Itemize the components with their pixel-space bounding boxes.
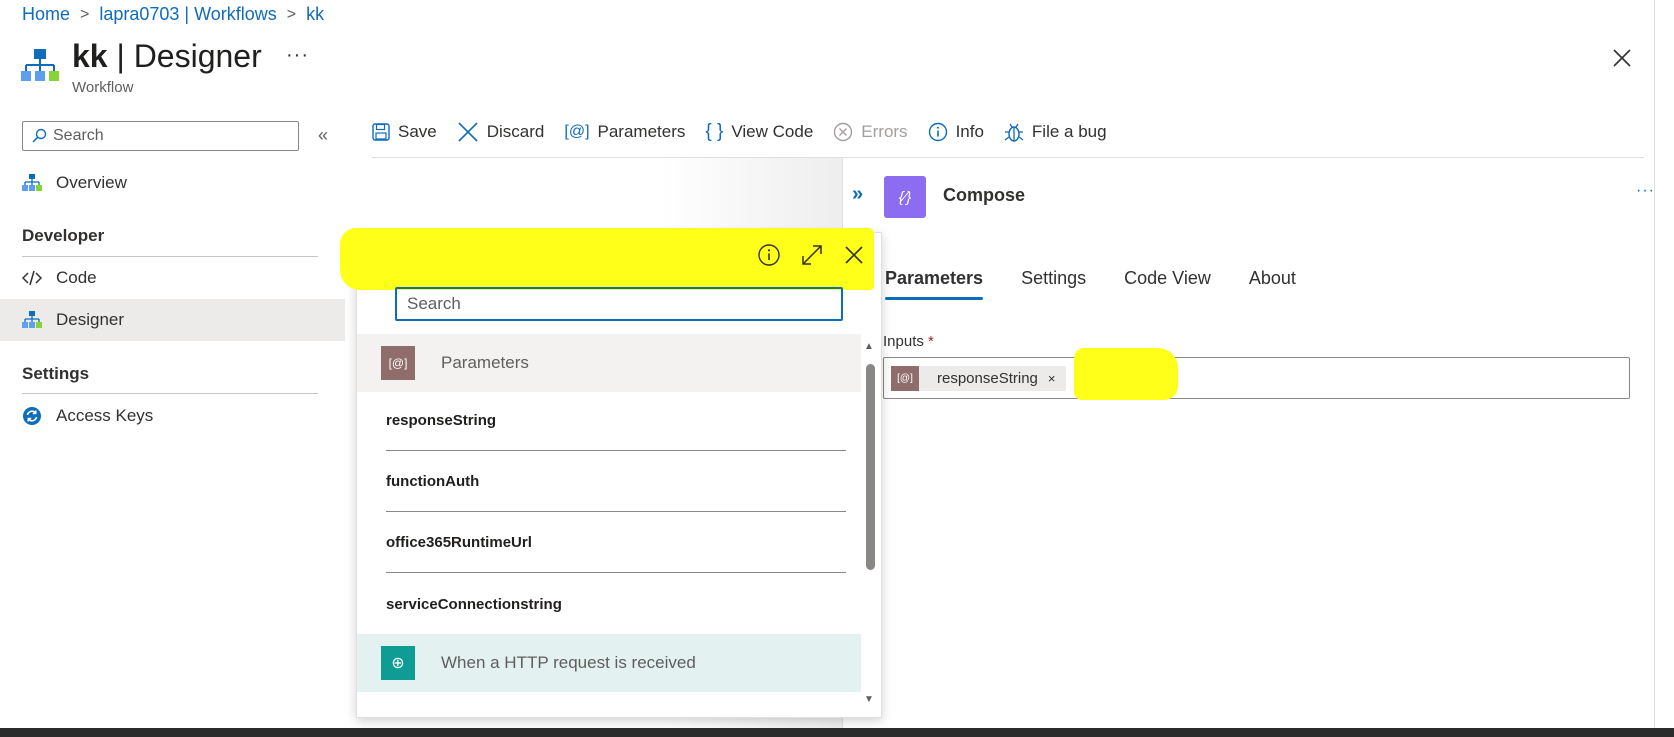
remove-token-icon[interactable]: × xyxy=(1048,371,1066,386)
discard-label: Discard xyxy=(486,122,545,141)
breadcrumb-separator: > xyxy=(80,5,90,23)
breadcrumb-separator: > xyxy=(286,5,297,23)
sidebar-item-label: Overview xyxy=(56,173,127,192)
close-icon[interactable] xyxy=(842,243,866,267)
sidebar-item-label: Code xyxy=(56,268,97,287)
page-title: kk | Designer xyxy=(72,38,262,74)
sync-icon xyxy=(22,406,42,426)
collapse-sidebar-icon[interactable]: « xyxy=(318,125,328,146)
action-title[interactable]: Compose xyxy=(943,185,1025,206)
divider xyxy=(22,393,318,394)
token-label: responseString xyxy=(937,370,1038,387)
scroll-up-icon[interactable]: ▲ xyxy=(864,341,874,352)
breadcrumb-kk[interactable]: kk xyxy=(306,4,324,25)
token-response-string[interactable]: [@] responseString × xyxy=(891,366,1066,391)
errors-button[interactable]: Errors xyxy=(833,122,908,142)
group-parameters[interactable]: [@] Parameters xyxy=(357,334,861,392)
info-icon[interactable] xyxy=(757,243,781,267)
highlight-mark xyxy=(340,228,874,290)
globe-request-icon: ⊕ xyxy=(381,646,415,680)
sidebar-item-label: Access Keys xyxy=(56,406,154,425)
sidebar-item-code[interactable]: Code xyxy=(0,257,345,299)
dynamic-content-search-input[interactable]: Search xyxy=(395,287,843,321)
sidebar-item-label: Designer xyxy=(56,310,125,329)
save-label: Save xyxy=(398,122,437,141)
inputs-label: Inputs * xyxy=(883,333,934,350)
save-icon xyxy=(372,123,390,141)
compose-action-icon: {⁄} xyxy=(884,176,926,218)
group-http-request-trigger[interactable]: ⊕ When a HTTP request is received xyxy=(357,634,861,692)
sidebar-search-placeholder: Search xyxy=(53,127,104,144)
sidebar-item-access-keys[interactable]: Access Keys xyxy=(0,395,345,437)
expand-panel-icon[interactable]: » xyxy=(852,183,863,206)
group-label: When a HTTP request is received xyxy=(441,653,696,672)
scrollbar-thumb[interactable] xyxy=(866,364,875,570)
taskbar-strip xyxy=(0,728,1674,737)
breadcrumb: Home > lapra0703 | Workflows > kk xyxy=(22,4,324,25)
sidebar-item-overview[interactable]: Overview xyxy=(0,162,345,204)
highlight-mark xyxy=(1074,348,1178,400)
designer-toolbar: Save Discard [@] Parameters { } View Cod… xyxy=(372,121,1107,143)
file-bug-button[interactable]: File a bug xyxy=(1004,121,1107,143)
info-button[interactable]: Info xyxy=(928,122,984,142)
action-details-panel xyxy=(842,158,1654,728)
code-icon xyxy=(22,268,42,288)
errors-label: Errors xyxy=(861,122,908,141)
list-item-office365-runtime-url[interactable]: office365RuntimeUrl xyxy=(386,513,846,573)
tab-parameters[interactable]: Parameters xyxy=(885,268,984,300)
list-item-response-string[interactable]: responseString xyxy=(386,391,846,451)
sidebar-section-settings: Settings xyxy=(22,364,90,383)
braces-icon: { } xyxy=(705,121,724,142)
view-code-label: View Code xyxy=(731,122,814,141)
list-item-function-auth[interactable]: functionAuth xyxy=(386,452,846,512)
sidebar-section-developer: Developer xyxy=(22,226,105,245)
workflow-app-icon xyxy=(21,49,59,81)
search-placeholder: Search xyxy=(407,294,461,313)
more-options-icon[interactable]: ··· xyxy=(286,44,309,67)
breadcrumb-workflows[interactable]: lapra0703 | Workflows xyxy=(99,4,276,25)
breadcrumb-home[interactable]: Home xyxy=(22,4,70,25)
search-icon xyxy=(32,128,47,143)
hierarchy-icon xyxy=(22,173,42,193)
bug-icon xyxy=(1004,123,1024,142)
parameters-icon: [@] xyxy=(564,123,590,140)
error-circle-icon xyxy=(834,122,853,142)
discard-icon xyxy=(458,122,478,142)
group-label: Parameters xyxy=(441,353,529,372)
close-icon[interactable] xyxy=(1610,46,1634,70)
tab-settings[interactable]: Settings xyxy=(1021,268,1086,297)
info-label: Info xyxy=(955,122,984,141)
page-subtitle: Workflow xyxy=(72,79,134,96)
window-edge xyxy=(1654,0,1674,737)
parameters-button[interactable]: [@] Parameters xyxy=(564,122,685,142)
view-code-button[interactable]: { } View Code xyxy=(705,121,813,143)
tab-about[interactable]: About xyxy=(1249,268,1296,297)
info-icon xyxy=(928,122,947,142)
list-item-service-connectionstring[interactable]: serviceConnectionstring xyxy=(386,574,846,634)
parameter-token-icon: [@] xyxy=(891,366,919,391)
tab-code-view[interactable]: Code View xyxy=(1124,268,1211,297)
required-mark: * xyxy=(928,333,934,350)
panel-tabs: Parameters Settings Code View About xyxy=(885,268,1296,300)
file-bug-label: File a bug xyxy=(1031,122,1107,141)
parameters-label: Parameters xyxy=(597,122,686,141)
save-button[interactable]: Save xyxy=(372,122,437,142)
sidebar-item-designer[interactable]: Designer xyxy=(0,299,345,341)
expand-icon[interactable] xyxy=(800,243,824,267)
parameters-group-icon: [@] xyxy=(381,346,415,380)
sidebar-search-input[interactable]: Search xyxy=(22,121,299,151)
more-options-icon[interactable]: ··· xyxy=(1636,182,1655,200)
discard-button[interactable]: Discard xyxy=(457,121,545,143)
hierarchy-icon xyxy=(22,310,42,330)
scroll-down-icon[interactable]: ▼ xyxy=(864,694,874,705)
